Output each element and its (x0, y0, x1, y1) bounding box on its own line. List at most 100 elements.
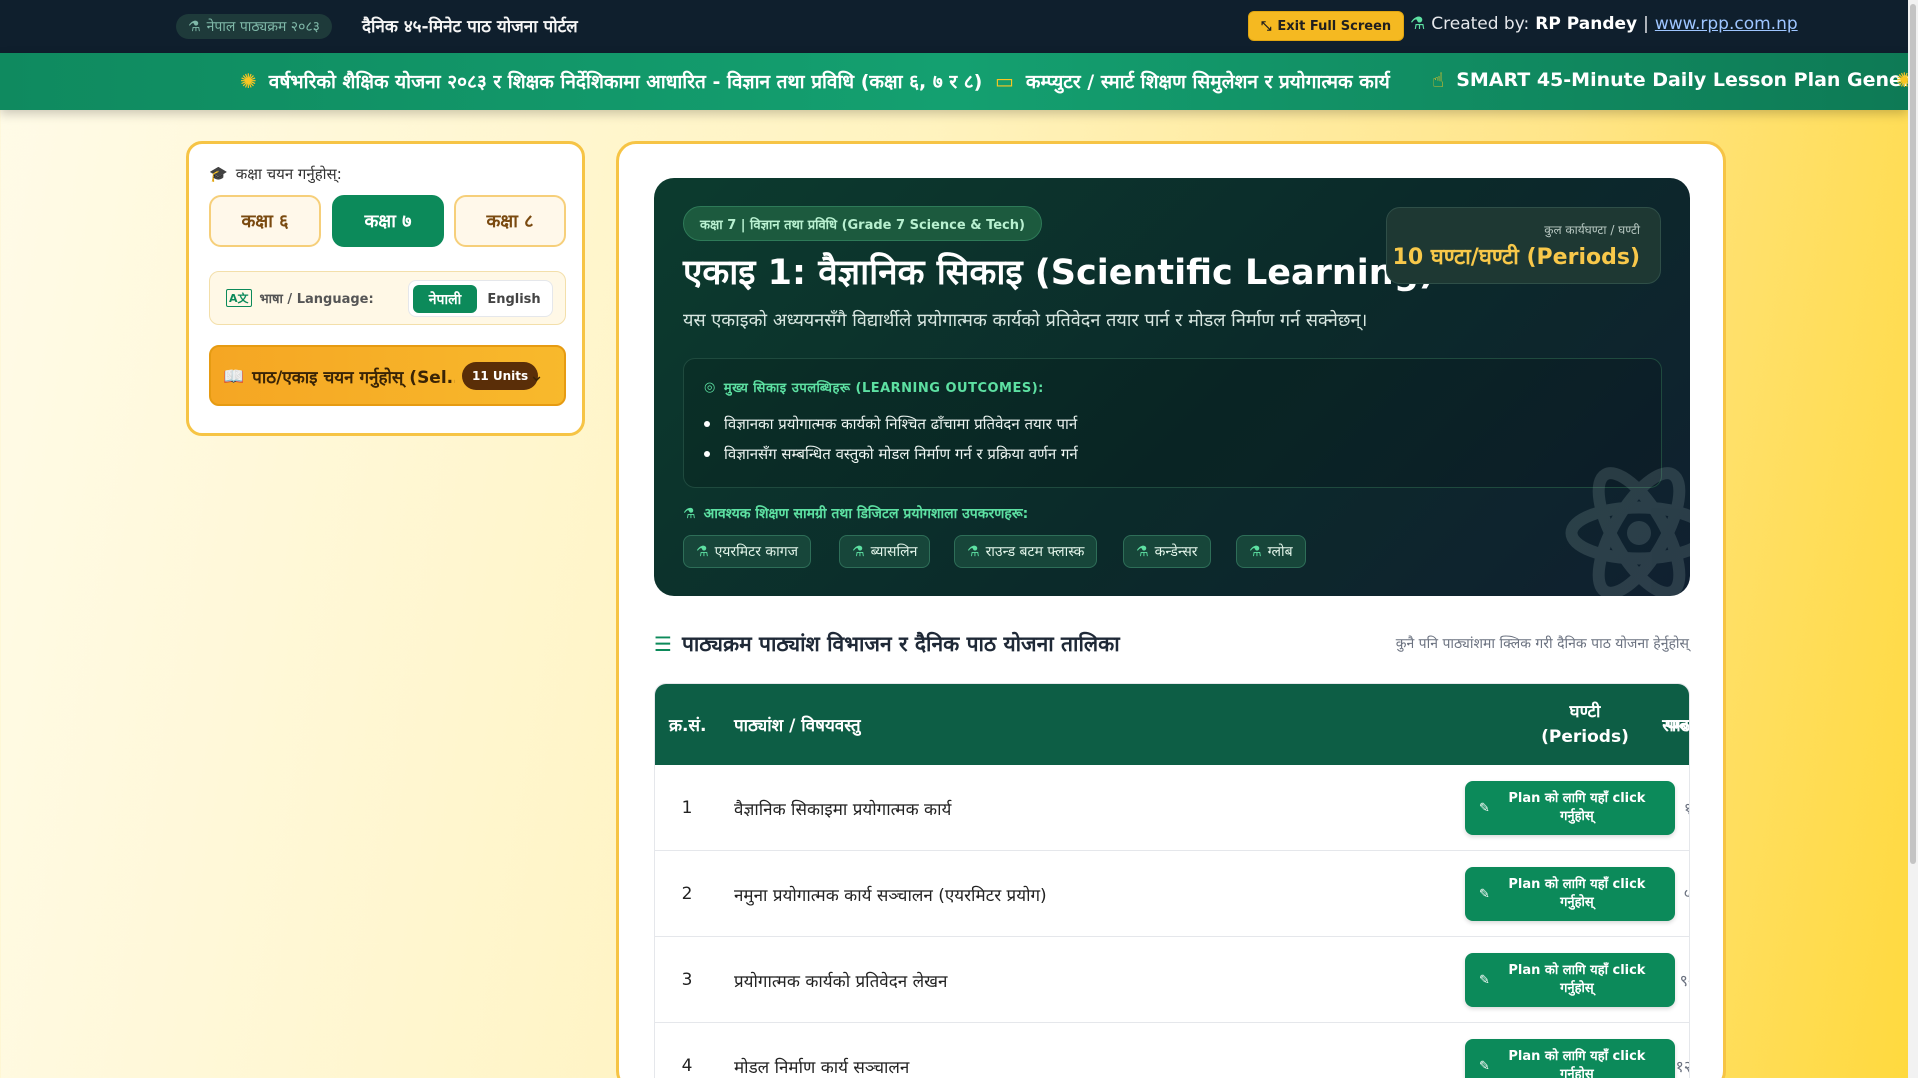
teacher-icon: ⚗ (1410, 14, 1426, 34)
ticker-item-3: ☝ SMART 45-Minute Daily Lesson Plan Gene… (1432, 68, 1908, 92)
exit-fullscreen-button[interactable]: ⤡ Exit Full Screen (1248, 11, 1405, 41)
book-icon: 📖 (223, 366, 245, 387)
grade-7-button[interactable]: कक्षा ७ (332, 195, 444, 247)
edit-icon: ✎ (1479, 972, 1490, 988)
flask-icon: ⚗ (683, 505, 696, 522)
col-header-sn: क्र.सं. (669, 716, 707, 736)
target-icon: ◎ (704, 379, 716, 395)
edit-icon: ✎ (1479, 1058, 1490, 1074)
exit-fullscreen-label: Exit Full Screen (1277, 18, 1392, 34)
material-chip-label: ब्यासलिन (870, 544, 918, 560)
material-chip-label: कन्डेन्सर (1154, 544, 1198, 560)
selection-panel: 🎓 कक्षा चयन गर्नुहोस्: कक्षा ६ कक्षा ७ क… (186, 141, 585, 436)
curriculum-badge-text: नेपाल पाठ्यक्रम २०८३ (206, 19, 320, 35)
syllabus-section-heading: ☰ पाठ्यक्रम पाठ्यांश विभाजन र दैनिक पाठ … (654, 630, 1120, 658)
flask-icon: ⚗ (696, 543, 709, 560)
row-topic: मोडल निर्माण कार्य सञ्चालन (734, 1057, 910, 1078)
bullet (704, 451, 710, 457)
learning-outcome-text: विज्ञानसँग सम्बन्धित वस्तुको मोडल निर्मा… (724, 445, 1078, 463)
table-row[interactable]: 3 प्रयोगात्मक कार्यको प्रतिवेदन लेखन 2 ९… (655, 937, 1689, 1023)
top-bar: ⚗ नेपाल पाठ्यक्रम २०८३ दैनिक ४५-मिनेट पा… (0, 0, 1918, 53)
ticker-item-2: ▭ कम्प्युटर / स्मार्ट शिक्षण सिमुलेशन र … (995, 68, 1390, 94)
unit-grade-tag: कक्षा 7 | विज्ञान तथा प्रविधि (Grade 7 S… (683, 206, 1042, 241)
page-scrollbar-thumb[interactable] (1910, 4, 1916, 864)
plan-button[interactable]: ✎ Plan को लागि यहाँ click गर्नुहोस् (1465, 781, 1675, 835)
total-periods-label: कुल कार्यघण्टा / घण्टी (1544, 223, 1640, 237)
unit-hero-banner: कक्षा 7 | विज्ञान तथा प्रविधि (Grade 7 S… (654, 178, 1690, 596)
table-header: क्र.सं. पाठ्यांश / विषयवस्तु घण्टी (Peri… (655, 684, 1690, 765)
material-chip: ⚗ ब्यासलिन (839, 535, 931, 568)
hand-pointer-icon: ☝ (1432, 68, 1445, 92)
learning-outcomes-title: मुख्य सिकाइ उपलब्धिहरू (LEARNING OUTCOME… (723, 381, 1044, 396)
language-selector: A文 भाषा / Language: नेपाली English (209, 271, 566, 325)
language-english-option[interactable]: English (481, 285, 547, 313)
learning-outcome-item: विज्ञानसँग सम्बन्धित वस्तुको मोडल निर्मा… (704, 444, 1078, 464)
grade-6-button[interactable]: कक्षा ६ (209, 195, 321, 247)
plan-button-label: Plan को लागि यहाँ click गर्नुहोस् (1508, 1049, 1646, 1078)
material-chip-label: ग्लोब (1267, 544, 1293, 560)
plan-button-label: Plan को लागि यहाँ click गर्नुहोस् (1508, 877, 1646, 910)
materials-title: आवश्यक शिक्षण सामग्री तथा डिजिटल प्रयोगश… (703, 506, 1029, 522)
edit-icon: ✎ (1479, 886, 1490, 902)
plan-button[interactable]: ✎ Plan को लागि यहाँ click गर्नुहोस् (1465, 953, 1675, 1007)
row-sn: 1 (681, 798, 693, 818)
material-chip: ⚗ कन्डेन्सर (1123, 535, 1211, 568)
syllabus-section-title: पाठ्यक्रम पाठ्यांश विभाजन र दैनिक पाठ यो… (681, 632, 1120, 656)
plan-button[interactable]: ✎ Plan को लागि यहाँ click गर्नुहोस् (1465, 1039, 1675, 1078)
website-link[interactable]: www.rpp.com.np (1655, 14, 1798, 34)
row-sn: 2 (681, 884, 693, 904)
plan-button-label: Plan को लागि यहाँ click गर्नुहोस् (1508, 963, 1646, 996)
unit-title: एकाइ 1: वैज्ञानिक सिकाइ (Scientific Lear… (683, 253, 1435, 293)
plan-button[interactable]: ✎ Plan को लागि यहाँ click गर्नुहोस् (1465, 867, 1675, 921)
credit-separator: | (1643, 14, 1649, 34)
edit-icon: ✎ (1479, 800, 1490, 816)
ticker-item-1: ✺ वर्षभरिको शैक्षिक योजना २०८३ र शिक्षक … (240, 68, 982, 94)
materials-heading: ⚗ आवश्यक शिक्षण सामग्री तथा डिजिटल प्रयो… (683, 504, 1028, 523)
language-label: भाषा / Language: (259, 292, 374, 307)
material-chip-label: एयरमिटर कागज (714, 544, 799, 560)
row-topic: नमुना प्रयोगात्मक कार्य सञ्चालन (एयरमिटर… (734, 885, 1047, 906)
author-credit: ⚗ Created by: RP Pandey | www.rpp.com.np (1410, 14, 1798, 34)
row-sn: 4 (681, 1056, 693, 1076)
grade-8-button[interactable]: कक्षा ८ (454, 195, 566, 247)
grade-select-heading: 🎓 कक्षा चयन गर्नुहोस्: (209, 164, 342, 184)
portal-title: दैनिक ४५-मिनेट पाठ योजना पोर्टल (362, 17, 578, 37)
flask-icon: ⚗ (1136, 543, 1149, 560)
compress-icon: ⤡ (1261, 18, 1272, 34)
flask-icon: ⚗ (852, 543, 865, 560)
unit-select-dropdown[interactable]: 📖 पाठ/एकाइ चयन गर्नुहोस् (Sel... 11 Unit… (209, 345, 566, 406)
material-chip: ⚗ ग्लोब (1236, 535, 1306, 568)
ticker-text-1: वर्षभरिको शैक्षिक योजना २०८३ र शिक्षक नि… (268, 71, 983, 93)
graduation-cap-icon: 🎓 (209, 165, 228, 183)
row-sn: 3 (681, 970, 693, 990)
credit-prefix: Created by: (1431, 14, 1530, 34)
learning-outcome-text: विज्ञानका प्रयोगात्मक कार्यको निश्चित ढा… (724, 415, 1078, 433)
col-header-action: पाठ योजना एक्शन (1666, 716, 1690, 736)
col-header-topic: पाठ्यांश / विषयवस्तु (734, 716, 861, 736)
table-row[interactable]: 1 वैज्ञानिक सिकाइमा प्रयोगात्मक कार्य 1 … (655, 765, 1689, 851)
learning-outcomes-box: ◎ मुख्य सिकाइ उपलब्धिहरू (LEARNING OUTCO… (683, 358, 1662, 488)
unit-count-badge: 11 Units (462, 362, 539, 390)
material-chip: ⚗ राउन्ड बटम फ्लास्क (954, 535, 1098, 568)
laptop-icon: ▭ (995, 69, 1014, 93)
material-chip-label: राउन्ड बटम फ्लास्क (985, 544, 1085, 560)
flask-icon: ⚗ (188, 18, 201, 35)
grade-select-label: कक्षा चयन गर्नुहोस्: (235, 165, 342, 183)
lesson-plan-table: क्र.सं. पाठ्यांश / विषयवस्तु घण्टी (Peri… (654, 683, 1690, 1078)
learning-outcomes-heading: ◎ मुख्य सिकाइ उपलब्धिहरू (LEARNING OUTCO… (704, 378, 1044, 397)
ticker-text-2: कम्प्युटर / स्मार्ट शिक्षण सिमुलेशन र प्… (1025, 71, 1390, 93)
plan-button-label: Plan को लागि यहाँ click गर्नुहोस् (1508, 791, 1646, 824)
flask-icon: ⚗ (967, 543, 980, 560)
bullet (704, 421, 710, 427)
list-check-icon: ☰ (654, 632, 672, 656)
language-label-group: A文 भाषा / Language: (226, 289, 374, 307)
language-nepali-option[interactable]: नेपाली (413, 285, 477, 313)
curriculum-badge: ⚗ नेपाल पाठ्यक्रम २०८३ (176, 14, 332, 39)
table-row[interactable]: 2 नमुना प्रयोगात्मक कार्य सञ्चालन (एयरमि… (655, 851, 1689, 937)
table-row[interactable]: 4 मोडल निर्माण कार्य सञ्चालन 2 १२-१४ ✎ P… (655, 1023, 1689, 1078)
unit-description: यस एकाइको अध्ययनसँगै विद्यार्थीले प्रयोग… (683, 310, 1368, 331)
learning-outcome-item: विज्ञानका प्रयोगात्मक कार्यको निश्चित ढा… (704, 414, 1077, 434)
announcement-ticker: ✺ वर्षभरिको शैक्षिक योजना २०८३ र शिक्षक … (0, 53, 1908, 110)
gear-icon: ✺ (1896, 68, 1908, 92)
unit-select-label: पाठ/एकाइ चयन गर्नुहोस् (Sel... (252, 368, 455, 388)
